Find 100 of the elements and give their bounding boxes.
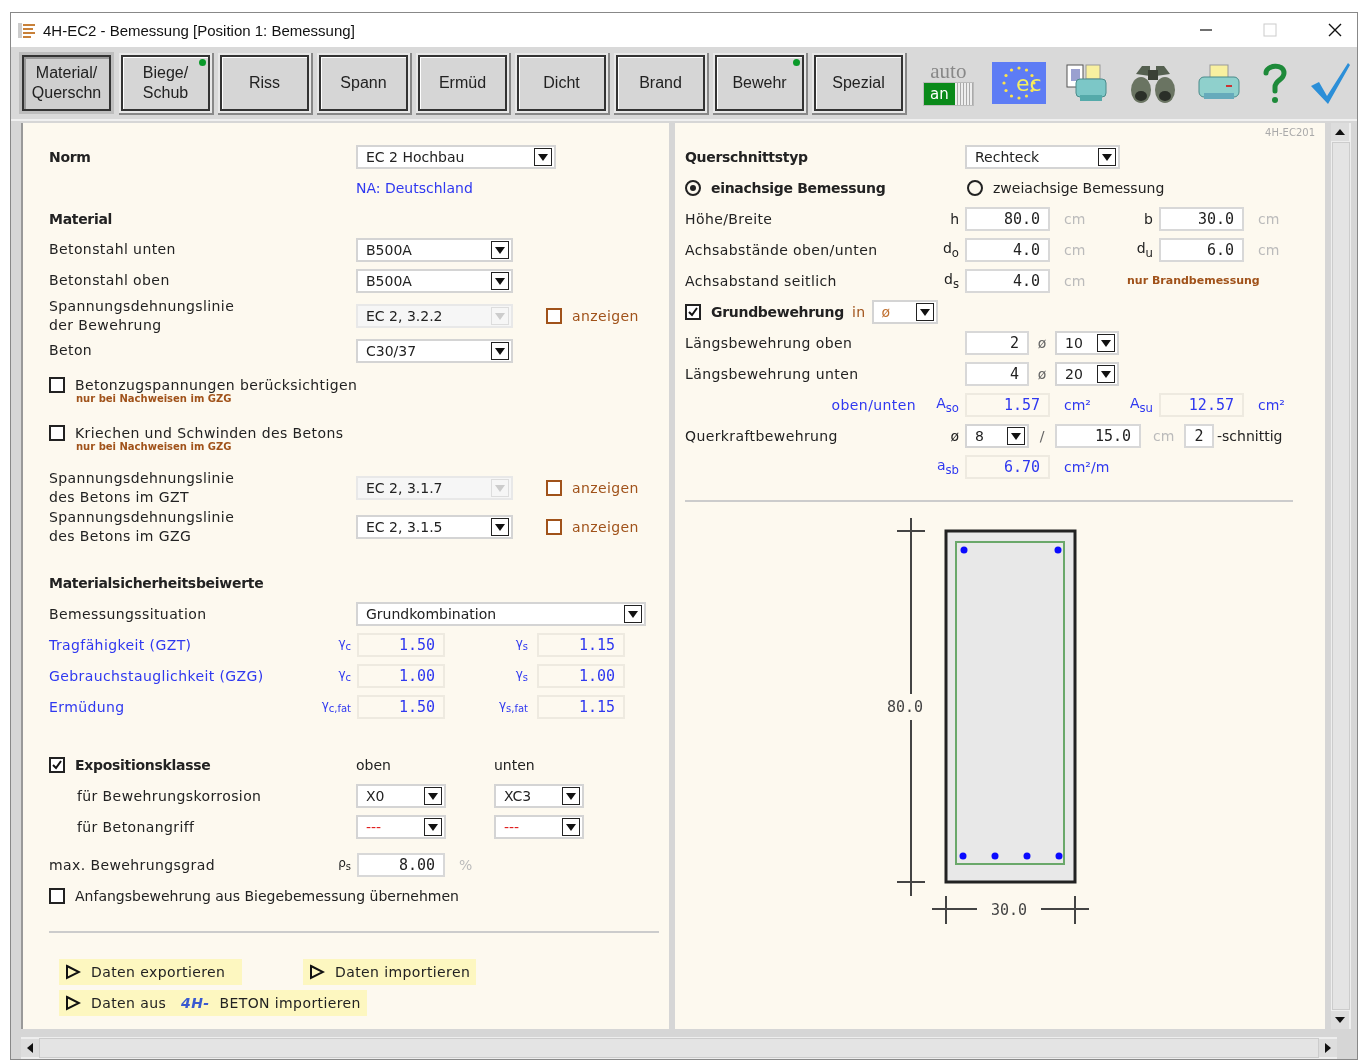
radio-button[interactable] — [967, 179, 983, 196]
field-label: Querkraftbewehrung — [685, 427, 839, 444]
value-field: 6.70 — [965, 454, 1050, 479]
dropdown[interactable]: C30/37 — [356, 338, 513, 363]
caret-icon — [562, 817, 580, 836]
column-header: oben — [355, 756, 392, 773]
radio-label: zweiachsige Bemessung — [993, 179, 1165, 196]
field-label: Querschnittstyp — [685, 148, 809, 165]
field-label: für Betonangriff — [76, 818, 196, 835]
app-icon — [17, 21, 37, 39]
field-label: Höhe/Breite — [685, 210, 774, 227]
scroll-down-icon[interactable] — [1331, 1011, 1349, 1029]
symbol-label: γ$_{c,fat}$ — [320, 698, 351, 715]
separator-label: / — [1038, 427, 1046, 444]
field-label: Spannungsdehnungslinie der Bewehrung — [49, 296, 236, 335]
import-link[interactable]: Daten aus 4H- BETON importieren — [59, 990, 367, 1016]
input-field[interactable]: 2 — [965, 330, 1029, 355]
caret-icon — [491, 341, 509, 360]
checkbox[interactable] — [546, 518, 562, 535]
toggle-switch[interactable]: an — [923, 82, 974, 106]
section-type-dropdown[interactable]: Rechteck — [965, 144, 1120, 169]
input-field[interactable]: 80.0 — [965, 206, 1050, 231]
import-link[interactable]: Daten importieren — [303, 959, 477, 985]
unit-label: cm — [1063, 241, 1087, 258]
scroll-up-icon[interactable] — [1331, 123, 1349, 141]
symbol-label: ø — [1036, 334, 1048, 351]
export-link[interactable]: Daten exportieren — [59, 959, 242, 985]
field-label: Norm — [49, 148, 92, 165]
input-field[interactable]: 4.0 — [965, 268, 1050, 293]
symbol-label: γ$_{c}$ — [337, 636, 351, 653]
value-field: 1.00 — [357, 663, 445, 688]
dropdown[interactable]: XC3 — [494, 783, 584, 808]
field-label: Bemessungssituation — [49, 605, 208, 622]
radio-label: einachsige Bemessung — [711, 179, 887, 196]
value-field: 1.50 — [357, 632, 445, 657]
unit-label: cm — [1063, 210, 1087, 227]
scroll-left-icon[interactable] — [21, 1039, 39, 1057]
checkbox[interactable] — [49, 424, 65, 441]
norm-dropdown[interactable]: EC 2 Hochbau — [356, 144, 556, 169]
symbol-label: d$_{s}$ — [943, 270, 959, 291]
dropdown[interactable]: --- — [356, 814, 446, 839]
checkbox[interactable] — [49, 376, 65, 393]
section-heading: Materialsicherheitsbeiwerte — [49, 574, 264, 591]
dropdown[interactable]: ø — [871, 299, 938, 324]
input-field[interactable]: 8.00 — [357, 852, 445, 877]
play-icon — [65, 964, 81, 980]
field-label: Achsabstand seitlich — [685, 272, 838, 289]
hint-text: nur bei Nachweisen im GZG — [76, 440, 233, 452]
field-label: Betonstahl oben — [49, 271, 171, 290]
checkbox-label: Expositionsklasse — [75, 756, 212, 773]
field-label: Gebrauchstauglichkeit (GZG) — [49, 667, 265, 684]
checkbox-label: anzeigen — [572, 518, 639, 535]
symbol-label: A$_{su}$ — [1128, 394, 1153, 415]
checkbox[interactable] — [685, 303, 701, 320]
symbol-label: h — [949, 210, 959, 227]
unit-label: cm — [1257, 241, 1280, 258]
dropdown[interactable]: 20 — [1055, 361, 1119, 386]
play-icon — [309, 964, 325, 980]
auto-label: auto — [930, 60, 967, 82]
dropdown[interactable]: 10 — [1055, 330, 1119, 355]
field-label: -schnittig — [1217, 427, 1283, 444]
caret-icon — [1007, 426, 1025, 445]
dropdown[interactable]: X0 — [356, 783, 446, 808]
dropdown[interactable]: B500A — [356, 268, 513, 293]
input-field[interactable]: 15.0 — [1055, 423, 1141, 448]
field-label: in — [851, 303, 866, 320]
dimension-label: 80.0 — [886, 698, 924, 716]
unit-label: cm — [1257, 210, 1280, 227]
close-icon[interactable] — [1327, 22, 1343, 38]
value-field: 12.57 — [1159, 392, 1244, 417]
caret-icon — [424, 817, 442, 836]
tab[interactable]: Material/ Querschn — [22, 55, 111, 111]
dropdown[interactable]: --- — [494, 814, 584, 839]
checkbox[interactable] — [49, 756, 65, 773]
symbol-label: ρ$_{s}$ — [337, 856, 351, 873]
radio-button[interactable] — [685, 179, 701, 196]
field-label: Spannungsdehnungslinie des Betons im GZG — [49, 507, 236, 546]
input-field[interactable]: 30.0 — [1159, 206, 1244, 231]
checkbox-label: Kriechen und Schwinden des Betons — [75, 424, 344, 441]
input-field[interactable]: 6.0 — [1159, 237, 1244, 262]
field-label: max. Bewehrungsgrad — [49, 856, 216, 873]
section-heading: Material — [49, 210, 113, 227]
symbol-label: ø — [1036, 365, 1048, 382]
input-field[interactable]: 4 — [965, 361, 1029, 386]
dropdown[interactable]: 8 — [965, 423, 1029, 448]
checkbox-label: Anfangsbewehrung aus Biegebemessung übernehmen — [75, 887, 459, 904]
caret-icon — [624, 604, 642, 623]
scroll-right-icon[interactable] — [1319, 1039, 1337, 1057]
dropdown[interactable]: B500A — [356, 237, 513, 262]
input-field[interactable]: 4.0 — [965, 237, 1050, 262]
caret-icon — [491, 517, 509, 536]
play-icon — [65, 995, 81, 1011]
dimension-label: 30.0 — [990, 901, 1028, 919]
situation-dropdown[interactable]: Grundkombination — [356, 601, 646, 626]
value-field: 1.15 — [537, 632, 625, 657]
dropdown[interactable]: EC 2, 3.1.5 — [356, 514, 513, 539]
input-field[interactable]: 2 — [1184, 423, 1214, 448]
checkbox[interactable] — [49, 887, 65, 904]
caret-icon — [491, 240, 509, 259]
symbol-label: γ$_{s,fat}$ — [497, 698, 528, 715]
